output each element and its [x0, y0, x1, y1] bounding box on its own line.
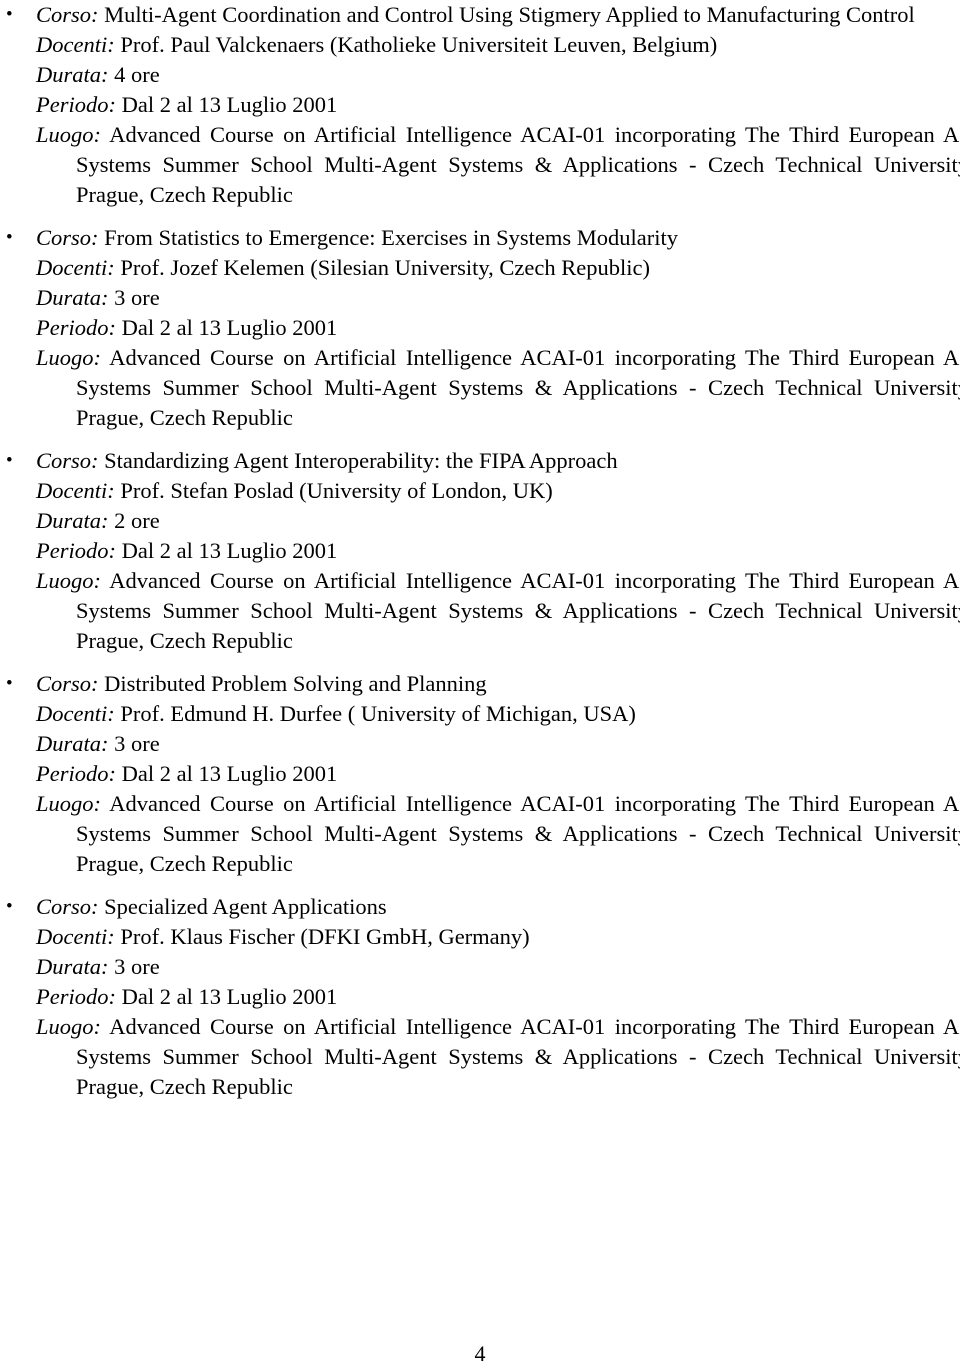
label-docenti: Docenti: — [36, 32, 115, 57]
label-corso: Corso: — [36, 2, 99, 27]
value-docenti: Prof. Paul Valckenaers (Katholieke Unive… — [120, 32, 718, 57]
field-corso: Corso: Multi-Agent Coordination and Cont… — [36, 0, 960, 30]
label-luogo: Luogo: — [36, 122, 102, 147]
field-durata: Durata: 4 ore — [36, 60, 960, 90]
value-periodo: Dal 2 al 13 Luglio 2001 — [121, 538, 338, 563]
field-periodo: Periodo: Dal 2 al 13 Luglio 2001 — [36, 313, 960, 343]
value-corso: From Statistics to Emergence: Exercises … — [104, 225, 679, 250]
field-docenti: Docenti: Prof. Edmund H. Durfee ( Univer… — [36, 699, 960, 729]
bullet-icon: • — [6, 896, 13, 917]
label-docenti: Docenti: — [36, 255, 115, 280]
value-durata: 3 ore — [114, 731, 160, 756]
field-durata: Durata: 3 ore — [36, 283, 960, 313]
field-corso: Corso: From Statistics to Emergence: Exe… — [36, 223, 960, 253]
label-corso: Corso: — [36, 894, 99, 919]
label-corso: Corso: — [36, 225, 99, 250]
field-periodo: Periodo: Dal 2 al 13 Luglio 2001 — [36, 982, 960, 1012]
label-periodo: Periodo: — [36, 761, 116, 786]
label-durata: Durata: — [36, 285, 109, 310]
value-periodo: Dal 2 al 13 Luglio 2001 — [121, 984, 338, 1009]
value-luogo: Advanced Course on Artificial Intelligen… — [76, 122, 960, 207]
course-entry: • Corso: Specialized Agent Applications … — [0, 892, 960, 1102]
value-docenti: Prof. Jozef Kelemen (Silesian University… — [120, 255, 650, 280]
value-luogo: Advanced Course on Artificial Intelligen… — [76, 791, 960, 876]
bullet-icon: • — [6, 450, 13, 471]
value-periodo: Dal 2 al 13 Luglio 2001 — [121, 315, 338, 340]
label-docenti: Docenti: — [36, 924, 115, 949]
label-luogo: Luogo: — [36, 791, 102, 816]
field-docenti: Docenti: Prof. Stefan Poslad (University… — [36, 476, 960, 506]
label-luogo: Luogo: — [36, 568, 102, 593]
label-durata: Durata: — [36, 508, 109, 533]
page-number: 4 — [474, 1341, 486, 1366]
label-periodo: Periodo: — [36, 315, 116, 340]
field-periodo: Periodo: Dal 2 al 13 Luglio 2001 — [36, 536, 960, 566]
field-corso: Corso: Specialized Agent Applications — [36, 892, 960, 922]
label-durata: Durata: — [36, 731, 109, 756]
field-docenti: Docenti: Prof. Klaus Fischer (DFKI GmbH,… — [36, 922, 960, 952]
label-periodo: Periodo: — [36, 538, 116, 563]
value-periodo: Dal 2 al 13 Luglio 2001 — [121, 92, 338, 117]
label-corso: Corso: — [36, 671, 99, 696]
course-list: • Corso: Multi-Agent Coordination and Co… — [0, 0, 960, 1115]
document-page: • Corso: Multi-Agent Coordination and Co… — [0, 0, 960, 1368]
course-entry: • Corso: From Statistics to Emergence: E… — [0, 223, 960, 433]
value-docenti: Prof. Edmund H. Durfee ( University of M… — [120, 701, 636, 726]
bullet-icon: • — [6, 4, 13, 25]
field-durata: Durata: 3 ore — [36, 952, 960, 982]
label-docenti: Docenti: — [36, 478, 115, 503]
field-durata: Durata: 3 ore — [36, 729, 960, 759]
value-durata: 3 ore — [114, 954, 160, 979]
label-luogo: Luogo: — [36, 1014, 102, 1039]
value-luogo: Advanced Course on Artificial Intelligen… — [76, 345, 960, 430]
field-luogo: Luogo: Advanced Course on Artificial Int… — [36, 343, 960, 433]
field-periodo: Periodo: Dal 2 al 13 Luglio 2001 — [36, 90, 960, 120]
value-corso: Multi-Agent Coordination and Control Usi… — [104, 2, 915, 27]
bullet-icon: • — [6, 227, 13, 248]
course-entry: • Corso: Multi-Agent Coordination and Co… — [0, 0, 960, 210]
value-luogo: Advanced Course on Artificial Intelligen… — [76, 1014, 960, 1099]
value-corso: Distributed Problem Solving and Planning — [104, 671, 487, 696]
value-luogo: Advanced Course on Artificial Intelligen… — [76, 568, 960, 653]
label-docenti: Docenti: — [36, 701, 115, 726]
course-entry: • Corso: Distributed Problem Solving and… — [0, 669, 960, 879]
field-luogo: Luogo: Advanced Course on Artificial Int… — [36, 789, 960, 879]
value-docenti: Prof. Klaus Fischer (DFKI GmbH, Germany) — [120, 924, 530, 949]
bullet-icon: • — [6, 673, 13, 694]
label-periodo: Periodo: — [36, 984, 116, 1009]
label-periodo: Periodo: — [36, 92, 116, 117]
value-durata: 3 ore — [114, 285, 160, 310]
label-durata: Durata: — [36, 62, 109, 87]
value-corso: Standardizing Agent Interoperability: th… — [104, 448, 618, 473]
field-luogo: Luogo: Advanced Course on Artificial Int… — [36, 566, 960, 656]
field-periodo: Periodo: Dal 2 al 13 Luglio 2001 — [36, 759, 960, 789]
field-corso: Corso: Standardizing Agent Interoperabil… — [36, 446, 960, 476]
course-entry: • Corso: Standardizing Agent Interoperab… — [0, 446, 960, 656]
field-corso: Corso: Distributed Problem Solving and P… — [36, 669, 960, 699]
label-durata: Durata: — [36, 954, 109, 979]
value-periodo: Dal 2 al 13 Luglio 2001 — [121, 761, 338, 786]
label-luogo: Luogo: — [36, 345, 102, 370]
value-durata: 4 ore — [114, 62, 160, 87]
field-luogo: Luogo: Advanced Course on Artificial Int… — [36, 120, 960, 210]
field-docenti: Docenti: Prof. Jozef Kelemen (Silesian U… — [36, 253, 960, 283]
label-corso: Corso: — [36, 448, 99, 473]
value-docenti: Prof. Stefan Poslad (University of Londo… — [120, 478, 553, 503]
value-corso: Specialized Agent Applications — [104, 894, 387, 919]
field-luogo: Luogo: Advanced Course on Artificial Int… — [36, 1012, 960, 1102]
value-durata: 2 ore — [114, 508, 160, 533]
field-docenti: Docenti: Prof. Paul Valckenaers (Katholi… — [36, 30, 960, 60]
field-durata: Durata: 2 ore — [36, 506, 960, 536]
